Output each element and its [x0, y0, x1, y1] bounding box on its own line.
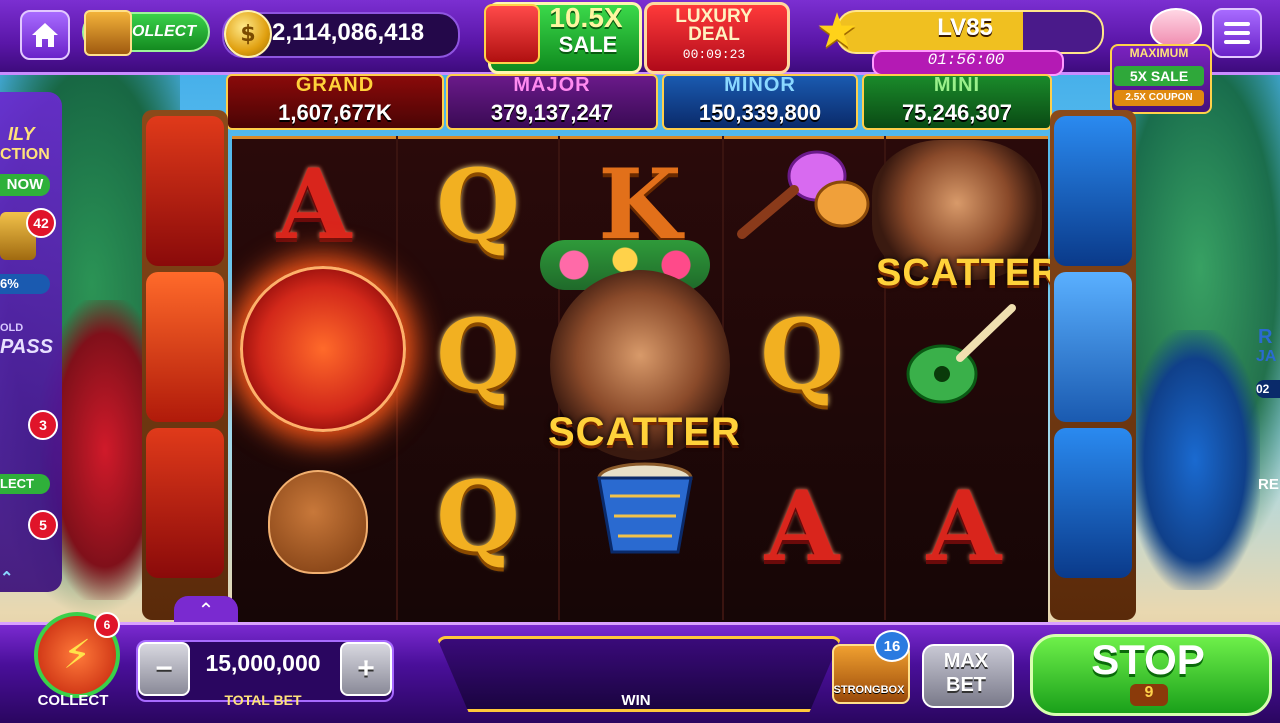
jackpot-minor-label: MINOR [724, 74, 796, 96]
total-bet-label: TOTAL BET [224, 692, 302, 708]
max-bet-label-line1: MAX [943, 650, 989, 672]
arrow-up-icon[interactable]: ⌃ [0, 568, 22, 590]
right-event-line1: R [1258, 326, 1273, 348]
jackpot-mini-value: 75,246,307 [901, 100, 1013, 125]
decrease-bet-button[interactable]: − [138, 642, 190, 696]
deal-title-line2: DEAL [688, 24, 740, 45]
scatter-label: SCATTER [548, 410, 741, 454]
total-bet-value: 15,000,000 [205, 650, 321, 676]
right-event-badge: 02 [1256, 380, 1280, 398]
bolt-collect-badge: 6 [94, 612, 120, 638]
menu-icon [1224, 31, 1250, 35]
reel2-symbol-q: Q [408, 140, 548, 270]
side-progress-value: 6% [0, 274, 50, 294]
side-collect-button[interactable]: LECT [0, 474, 50, 494]
bolt-collect-label: COLLECT [37, 692, 109, 709]
piggy-icon[interactable] [1150, 8, 1202, 48]
sale-word: SALE [558, 32, 618, 57]
auto-spin-count: 9 [1144, 684, 1154, 701]
symbol-letter-k: K [598, 148, 682, 261]
tiki-mask-blue [1054, 116, 1132, 266]
promo-line3: 2.5X COUPON [1114, 90, 1204, 106]
tiki-mask-red [146, 116, 224, 266]
sun-symbol [240, 266, 406, 432]
blue-foliage [1130, 330, 1260, 590]
reel4-symbol-a: A [732, 462, 872, 592]
coin-symbol: $ [240, 21, 256, 47]
reel4-symbol-q: Q [732, 290, 872, 420]
coin-icon[interactable]: $ [224, 10, 272, 58]
strongbox-count-badge: 16 [874, 630, 910, 662]
guitar-symbol [906, 304, 1016, 404]
symbol-letter-q: Q [760, 298, 844, 411]
symbol-letter-q: Q [436, 460, 520, 573]
chest-icon [84, 10, 132, 56]
side-event-now-button[interactable]: NOW [0, 174, 50, 196]
side-badge-count: 3 [28, 410, 58, 440]
side-badge-count: 42 [26, 208, 56, 238]
bolt-icon: ⚡ [62, 632, 92, 678]
jackpot-grand-label: GRAND [295, 74, 375, 96]
max-bet-label-line2: BET [946, 674, 986, 696]
right-event-label[interactable]: RE [1258, 476, 1279, 493]
side-event-title-line2: CTION [0, 146, 50, 163]
jackpot-minor-value: 150,339,800 [698, 100, 822, 125]
menu-button[interactable] [1212, 8, 1262, 58]
right-event-line2: JA [1256, 348, 1277, 365]
reel2-symbol-q: Q [408, 452, 548, 582]
menu-icon [1224, 22, 1250, 26]
jackpot-major-value: 379,137,247 [490, 100, 614, 125]
symbol-letter-q: Q [436, 298, 520, 411]
totem-left [142, 110, 228, 620]
level-timer: 01:56:00 [927, 51, 1005, 69]
gift-icon [484, 4, 540, 64]
strongbox-label: STRONGBOX [833, 684, 905, 696]
maracas-symbol [737, 150, 870, 239]
stop-label: STOP [1091, 636, 1205, 683]
tiki-mask-red [146, 428, 224, 578]
scatter-label: SCATTER [876, 252, 1060, 294]
coin-balance-value: 2,114,086,418 [272, 19, 425, 46]
drum-symbol [597, 462, 693, 554]
arrow-up-icon: ⌃ [197, 598, 215, 622]
reel5-symbol-a: A [894, 462, 1034, 592]
totem-right [1050, 110, 1136, 620]
expand-panel-button[interactable]: ⌃ [174, 596, 238, 624]
increase-bet-button[interactable]: + [340, 642, 392, 696]
coconut-drink-symbol [268, 470, 368, 574]
level-label: LV85 [937, 14, 993, 41]
symbol-letter-q: Q [436, 148, 520, 261]
menu-icon [1224, 40, 1250, 44]
promo-line1: MAXIMUM [1129, 46, 1189, 60]
jackpot-grand-value: 1,607,677K [278, 100, 392, 125]
jackpot-mini-label: MINI [933, 74, 981, 96]
side-pass-line2[interactable]: PASS [0, 336, 53, 359]
home-button[interactable] [20, 10, 70, 60]
tiki-mask-blue [1054, 272, 1132, 422]
side-badge-count: 5 [28, 510, 58, 540]
reel2-symbol-q: Q [408, 290, 548, 420]
sale-percent: 10.5X [549, 2, 623, 33]
reel1-symbol-a: A [244, 140, 384, 270]
jackpot-major-label: MAJOR [513, 74, 591, 96]
deal-timer: 00:09:23 [682, 47, 746, 62]
side-event-title-line1: ILY [8, 124, 35, 144]
tiki-mask-blue [1054, 428, 1132, 578]
win-label: WIN [621, 692, 651, 709]
side-pass-line1: OLD [0, 322, 24, 334]
symbol-letter-a: A [764, 470, 840, 583]
symbol-letter-a: A [276, 148, 352, 261]
symbol-letter-a: A [926, 470, 1002, 583]
star-icon: ★ [815, 3, 859, 59]
promo-line2: 5X SALE [1114, 66, 1204, 86]
tiki-mask-red [146, 272, 224, 422]
home-icon [32, 23, 58, 47]
